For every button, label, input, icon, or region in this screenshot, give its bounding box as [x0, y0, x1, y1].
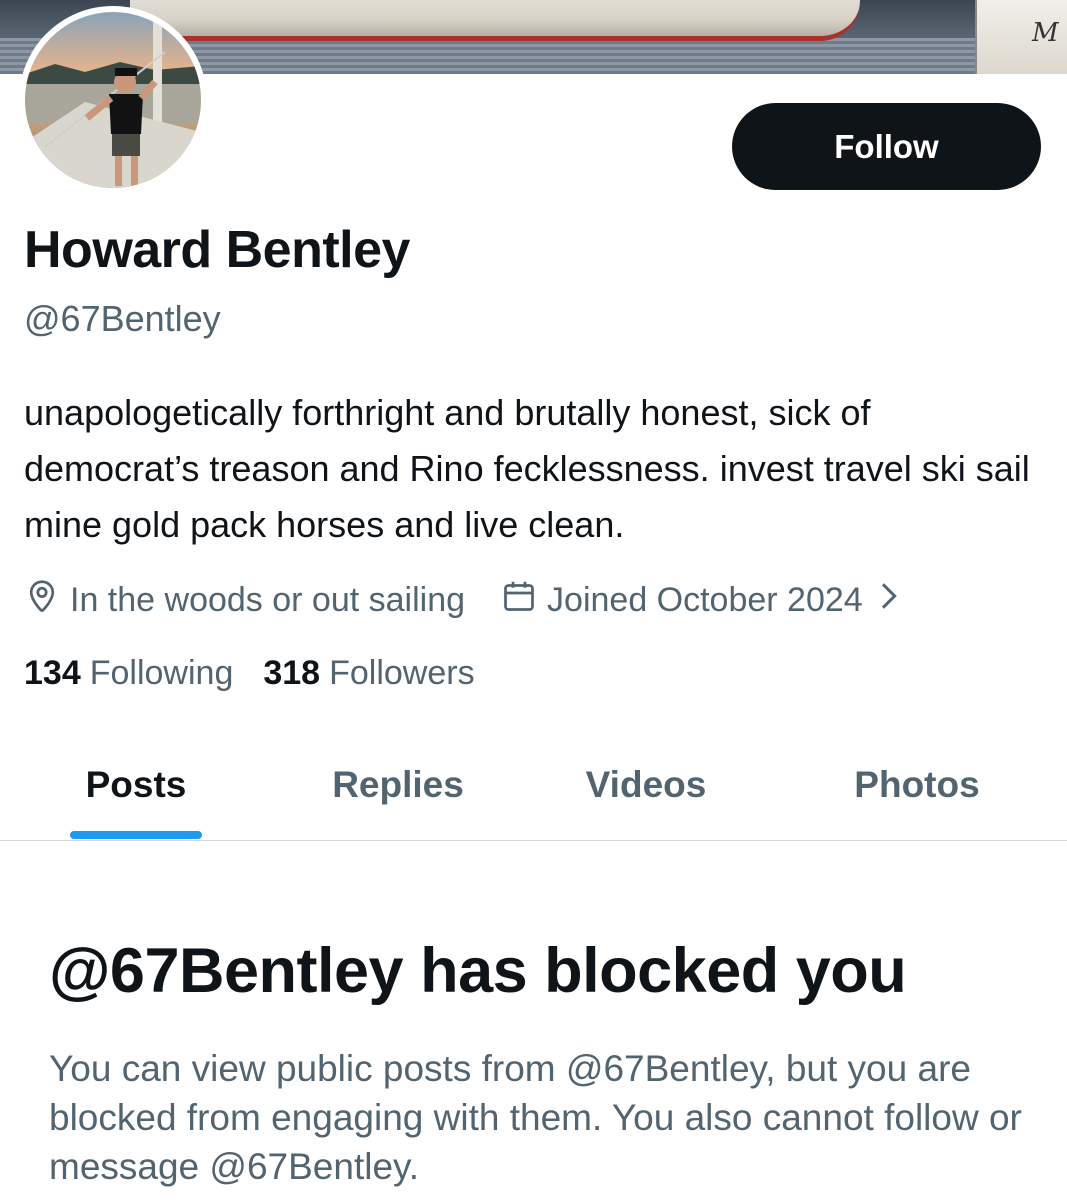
- tab-videos[interactable]: Videos: [545, 730, 747, 840]
- profile-joined[interactable]: Joined October 2024: [501, 578, 899, 623]
- calendar-icon: [501, 578, 537, 623]
- profile-bio: unapologetically forthright and brutally…: [24, 392, 1030, 545]
- joined-text: Joined October 2024: [547, 580, 863, 619]
- blocked-description: You can view public posts from @67Bentle…: [49, 1048, 1022, 1187]
- location-text: In the woods or out sailing: [70, 580, 466, 619]
- avatar-photo: [25, 12, 201, 188]
- following-link[interactable]: 134 Following: [24, 654, 233, 693]
- followers-label: Followers: [329, 654, 475, 692]
- profile-location: In the woods or out sailing: [24, 578, 465, 623]
- boat-lettering: M: [1032, 18, 1059, 48]
- followers-link[interactable]: 318 Followers: [263, 654, 474, 693]
- following-label: Following: [89, 654, 234, 692]
- blocked-title: @67Bentley has blocked you: [49, 936, 907, 1006]
- followers-count: 318: [263, 654, 321, 692]
- tab-replies[interactable]: Replies: [290, 730, 506, 840]
- banner-second-boat: M: [975, 0, 1067, 74]
- banner-boat-hull: [130, 0, 860, 41]
- profile-handle: @67Bentley: [24, 298, 221, 339]
- follow-button[interactable]: Follow: [732, 103, 1041, 190]
- tab-posts[interactable]: Posts: [30, 730, 242, 840]
- tab-photos[interactable]: Photos: [812, 730, 1022, 840]
- location-pin-icon: [24, 578, 60, 623]
- avatar[interactable]: [19, 6, 207, 194]
- profile-meta: In the woods or out sailing Joined Octob…: [24, 576, 899, 624]
- profile-counts: 134 Following 318 Followers: [24, 654, 505, 693]
- profile-tabs: Posts Replies Videos Photos: [0, 730, 1067, 841]
- active-tab-indicator: [70, 831, 202, 839]
- following-count: 134: [24, 654, 81, 692]
- profile-name: Howard Bentley: [24, 221, 410, 279]
- chevron-right-icon[interactable]: [877, 581, 899, 620]
